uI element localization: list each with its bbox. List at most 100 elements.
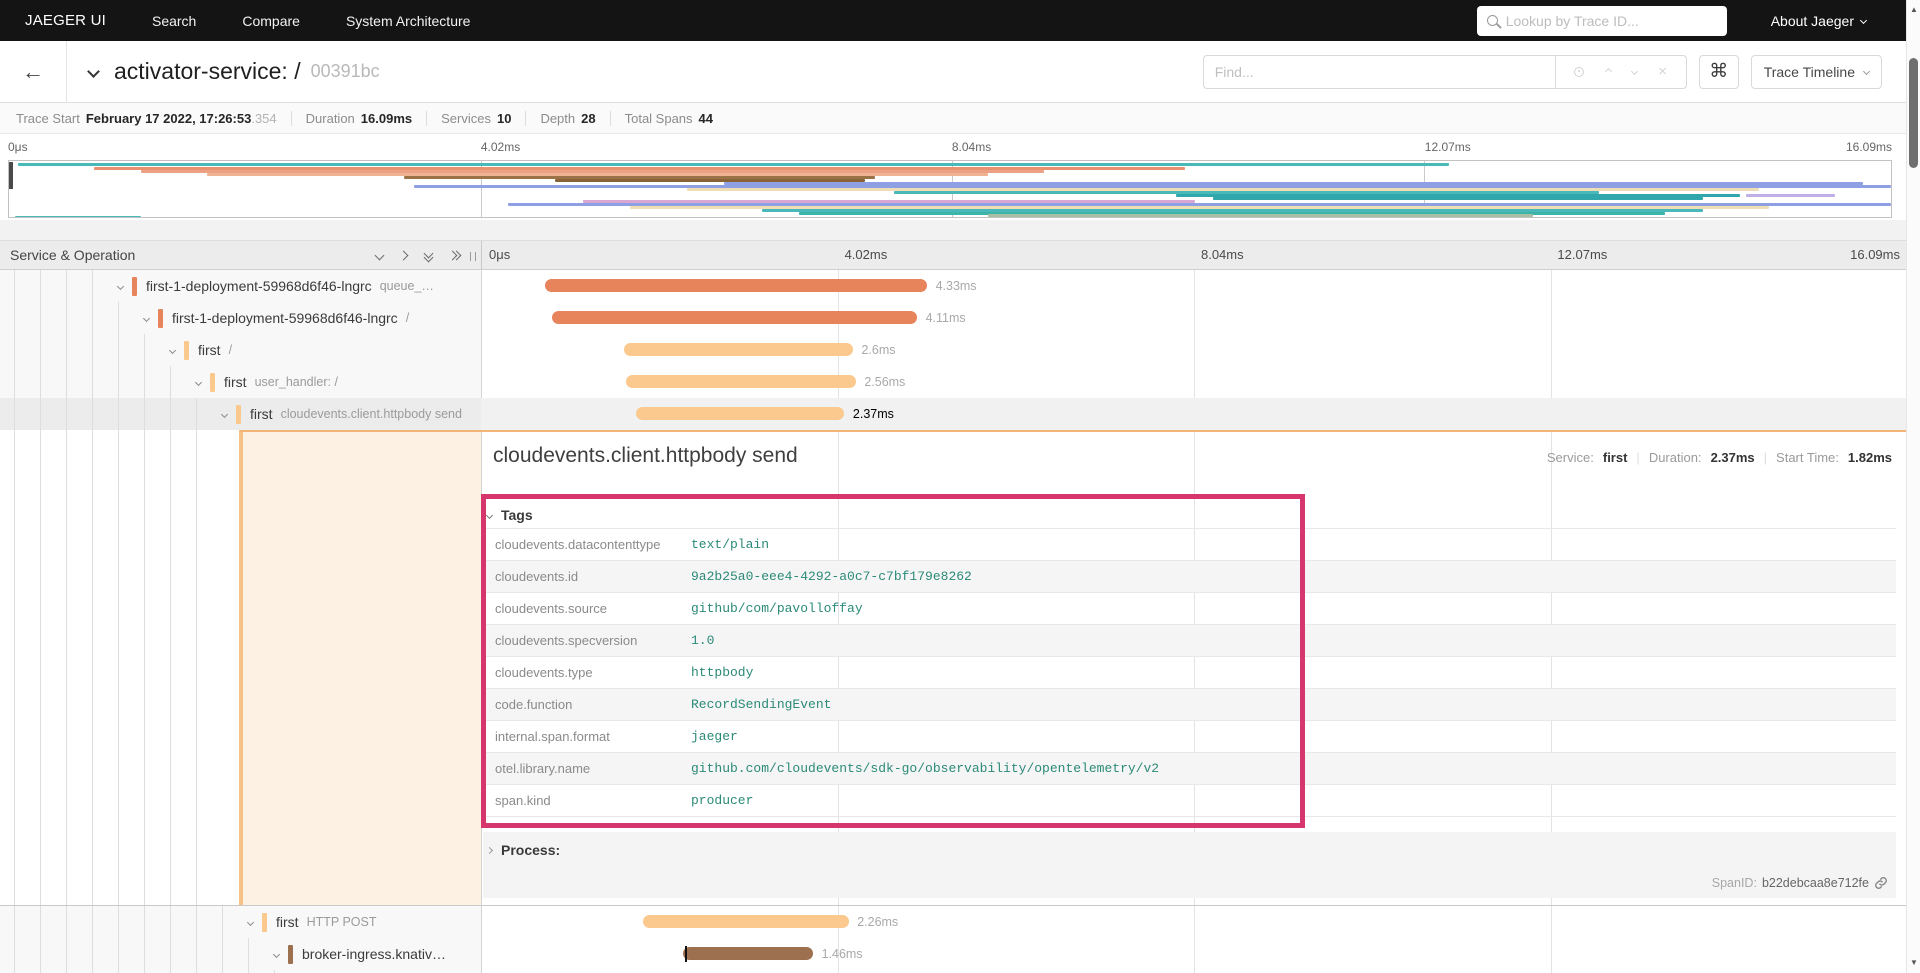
span-duration-label: 2.26ms	[857, 915, 899, 929]
chevron-down-icon	[1862, 67, 1871, 76]
span-id: SpanID: b22debcaa8e712fe	[1712, 876, 1888, 890]
trace-view-selector[interactable]: Trace Timeline	[1750, 54, 1882, 89]
process-label: Process:	[501, 842, 561, 858]
span-row[interactable]: first-1-deployment-59968d6f46-lngrc / 4.1…	[0, 302, 1906, 334]
service-color-chip	[132, 276, 137, 296]
tag-row: span.kind producer	[483, 784, 1896, 816]
span-bar[interactable]	[626, 375, 856, 388]
brand-jaeger-ui[interactable]: JAEGER UI	[25, 12, 106, 29]
span-row[interactable]: first-1-deployment-59968d6f46-lngrc queue…	[0, 270, 1906, 302]
tag-row: cloudevents.datacontenttype text/plain	[483, 528, 1896, 560]
span-row[interactable]: first user_handler: / 2.56ms	[0, 366, 1906, 398]
tag-row: otel.library.name github.com/cloudevents/…	[483, 752, 1896, 784]
span-expand-chevron-icon[interactable]	[142, 314, 151, 322]
service-color-chip	[288, 944, 293, 964]
nav-item-search[interactable]: Search	[152, 13, 196, 29]
span-duration-label: 2.56ms	[864, 375, 906, 389]
collapse-all-chevron-down-icon[interactable]	[374, 250, 385, 260]
trace-collapse-chevron-icon[interactable]	[87, 65, 100, 78]
minimap-canvas[interactable]	[8, 160, 1892, 218]
service-operation-label: Service & Operation	[10, 247, 136, 263]
tags-accordion-header[interactable]: Tags	[483, 502, 1896, 528]
span-expand-chevron-icon[interactable]	[220, 410, 229, 418]
trace-duration: Duration 16.09ms	[305, 110, 413, 126]
find-next-icon[interactable]	[1630, 67, 1638, 76]
span-bar[interactable]	[552, 311, 918, 324]
span-duration-label: 2.37ms	[852, 407, 894, 421]
span-detail-row: cloudevents.client.httpbody send Service…	[0, 430, 1906, 906]
service-name: first	[198, 342, 221, 358]
span-bar[interactable]	[623, 343, 853, 356]
span-detail-title: cloudevents.client.httpbody send	[493, 444, 798, 467]
find-addon: ×	[1554, 54, 1687, 89]
span-row[interactable]: first HTTP POST 2.26ms	[0, 906, 1906, 938]
service-name: first	[224, 374, 247, 390]
spacer	[0, 220, 1906, 240]
expand-all-double-chevron-down-icon[interactable]	[423, 248, 434, 262]
trace-minimap[interactable]: 0μs 4.02ms 8.04ms 12.07ms 16.09ms	[0, 134, 1906, 220]
find-input[interactable]	[1202, 54, 1555, 89]
timeline-ticks-header: 0μs 4.02ms 8.04ms 12.07ms 16.09ms	[481, 241, 1906, 269]
span-detail-stats: Service: first | Duration: 2.37ms | Start …	[1546, 450, 1892, 465]
span-bar[interactable]	[545, 279, 928, 292]
tags-table: cloudevents.datacontenttype text/plain cl…	[483, 528, 1896, 817]
collapse-chevron-right-icon[interactable]	[398, 250, 409, 260]
vertical-scrollbar[interactable]: ▲ ▼	[1906, 0, 1920, 973]
span-row-selected[interactable]: first cloudevents.client.httpbody send 2.…	[0, 398, 1906, 430]
span-expand-chevron-icon[interactable]	[168, 346, 177, 354]
process-accordion-header[interactable]: Process:	[483, 832, 1896, 860]
tag-row: cloudevents.specversion 1.0	[483, 624, 1896, 656]
trace-header-bar: ← activator-service: / 00391bc × ⌘ Trace…	[0, 40, 1906, 103]
span-expand-chevron-icon[interactable]	[272, 950, 281, 958]
expanded-span-accent-border	[240, 430, 1906, 432]
span-expand-chevron-icon[interactable]	[194, 378, 203, 386]
service-name: first	[250, 406, 273, 422]
about-jaeger-label: About Jaeger	[1770, 12, 1854, 29]
expanded-span-guide	[239, 430, 243, 905]
scroll-up-icon[interactable]: ▲	[1907, 2, 1920, 18]
operation-name: user_handler: /	[254, 375, 338, 389]
service-color-chip	[158, 308, 163, 328]
scroll-down-icon[interactable]: ▼	[1907, 955, 1920, 971]
trace-info-bar: Trace Start February 17 2022, 17:26:53 .…	[0, 103, 1906, 134]
find-prev-icon[interactable]	[1604, 67, 1612, 76]
span-expand-chevron-icon[interactable]	[246, 918, 255, 926]
service-name: broker-ingress.knativ…	[302, 946, 446, 962]
operation-name: cloudevents.client.httpbody send	[280, 407, 462, 421]
span-bar[interactable]	[636, 407, 845, 420]
find-group: ×	[1202, 54, 1687, 89]
span-rows-section: first-1-deployment-59968d6f46-lngrc queue…	[0, 270, 1906, 973]
minimap-drag-handle[interactable]	[9, 162, 13, 189]
nav-item-system-architecture[interactable]: System Architecture	[346, 13, 471, 29]
tags-label: Tags	[501, 507, 533, 523]
keyboard-shortcuts-button[interactable]: ⌘	[1698, 54, 1739, 89]
service-name: first	[276, 914, 299, 930]
back-arrow-icon[interactable]: ←	[22, 59, 44, 85]
trace-lookup-input[interactable]	[1505, 12, 1717, 29]
chevron-down-icon	[1859, 16, 1868, 25]
span-bar[interactable]	[683, 947, 814, 960]
scrollbar-thumb[interactable]	[1909, 58, 1918, 168]
top-nav: JAEGER UI Search Compare System Architec…	[0, 0, 1906, 41]
divider	[66, 40, 67, 103]
tags-accordion: Tags cloudevents.datacontenttype text/pla…	[483, 502, 1896, 817]
locate-icon[interactable]	[1574, 66, 1585, 77]
collapse-all-double-chevron-right-icon[interactable]	[447, 250, 462, 260]
span-bar[interactable]	[643, 915, 849, 928]
nav-item-compare[interactable]: Compare	[242, 13, 300, 29]
service-name: first-1-deployment-59968d6f46-lngrc	[172, 310, 398, 326]
trace-services: Services 10	[441, 110, 512, 126]
span-expand-chevron-icon[interactable]	[116, 282, 125, 290]
about-jaeger-menu[interactable]: About Jaeger	[1770, 12, 1868, 29]
service-name: first-1-deployment-59968d6f46-lngrc	[146, 278, 372, 294]
span-row[interactable]: first / 2.6ms	[0, 334, 1906, 366]
trace-view-label: Trace Timeline	[1763, 63, 1855, 80]
expanded-span-background	[242, 430, 481, 905]
chevron-down-icon	[485, 511, 494, 519]
service-color-chip	[262, 912, 267, 932]
link-icon[interactable]	[1874, 876, 1888, 890]
clear-find-icon[interactable]: ×	[1658, 64, 1667, 79]
tag-row: internal.span.format jaeger	[483, 720, 1896, 752]
span-row[interactable]: broker-ingress.knativ… 1.46ms	[0, 938, 1906, 970]
column-resizer-grip[interactable]	[470, 252, 476, 261]
